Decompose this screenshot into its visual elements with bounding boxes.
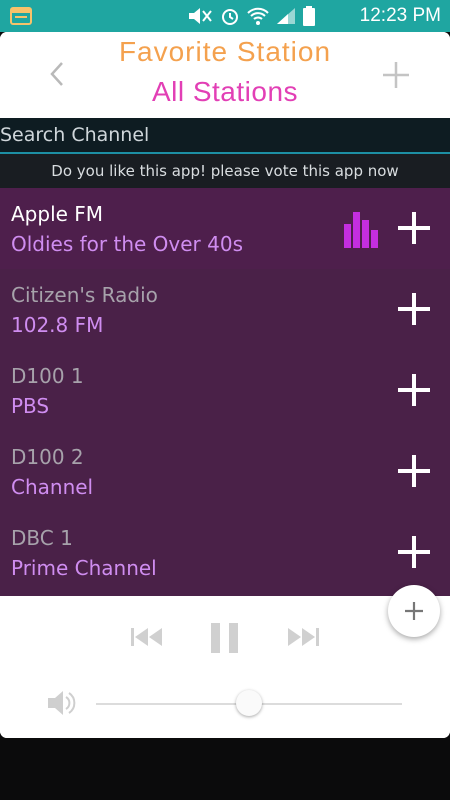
- station-row[interactable]: D100 1 PBS: [0, 350, 450, 431]
- app-notification-icon: [10, 7, 32, 25]
- skip-previous-icon[interactable]: [130, 625, 164, 649]
- station-row[interactable]: Citizen's Radio 102.8 FM: [0, 269, 450, 350]
- plus-icon[interactable]: [380, 59, 412, 91]
- status-time: 12:23 PM: [359, 5, 441, 26]
- speaker-icon[interactable]: [45, 686, 79, 720]
- alarm-icon: [222, 9, 238, 25]
- status-icons: [187, 6, 315, 26]
- station-row[interactable]: DBC 1 Prime Channel: [0, 512, 450, 593]
- add-favorite-icon[interactable]: [396, 210, 432, 246]
- add-favorite-icon[interactable]: [396, 453, 432, 489]
- mute-icon: [189, 8, 212, 24]
- header: Favorite Station All Stations: [0, 32, 450, 118]
- search-bar: [0, 118, 450, 154]
- vote-banner[interactable]: Do you like this app! please vote this a…: [0, 154, 450, 188]
- pause-icon[interactable]: [210, 622, 240, 654]
- station-subtitle: Prime Channel: [11, 556, 157, 580]
- station-subtitle: 102.8 FM: [11, 313, 104, 337]
- equalizer-icon: [344, 212, 378, 248]
- battery-icon: [303, 6, 315, 26]
- app-card: Favorite Station All Stations Do you lik…: [0, 32, 450, 738]
- skip-next-icon[interactable]: [286, 625, 320, 649]
- station-name: D100 2: [11, 445, 84, 469]
- station-list[interactable]: Apple FM Oldies for the Over 40s Citizen…: [0, 188, 450, 596]
- add-favorite-icon[interactable]: [396, 534, 432, 570]
- add-favorite-icon[interactable]: [396, 291, 432, 327]
- station-subtitle: Channel: [11, 475, 94, 499]
- station-row[interactable]: Apple FM Oldies for the Over 40s: [0, 188, 450, 269]
- station-name: D100 1: [11, 364, 84, 388]
- search-input[interactable]: [0, 118, 450, 151]
- plus-icon: [405, 602, 423, 620]
- signal-icon: [277, 8, 295, 24]
- station-subtitle: Oldies for the Over 40s: [11, 232, 244, 256]
- station-subtitle: PBS: [11, 394, 50, 418]
- station-name: DBC 1: [11, 526, 73, 550]
- add-favorite-icon[interactable]: [396, 372, 432, 408]
- volume-slider-thumb[interactable]: [236, 690, 262, 716]
- station-name: Citizen's Radio: [11, 283, 158, 307]
- station-name: Apple FM: [11, 202, 104, 226]
- wifi-icon: [247, 7, 269, 25]
- add-station-fab[interactable]: [388, 585, 440, 637]
- station-row[interactable]: D100 2 Channel: [0, 431, 450, 512]
- status-bar: 12:23 PM: [0, 0, 450, 32]
